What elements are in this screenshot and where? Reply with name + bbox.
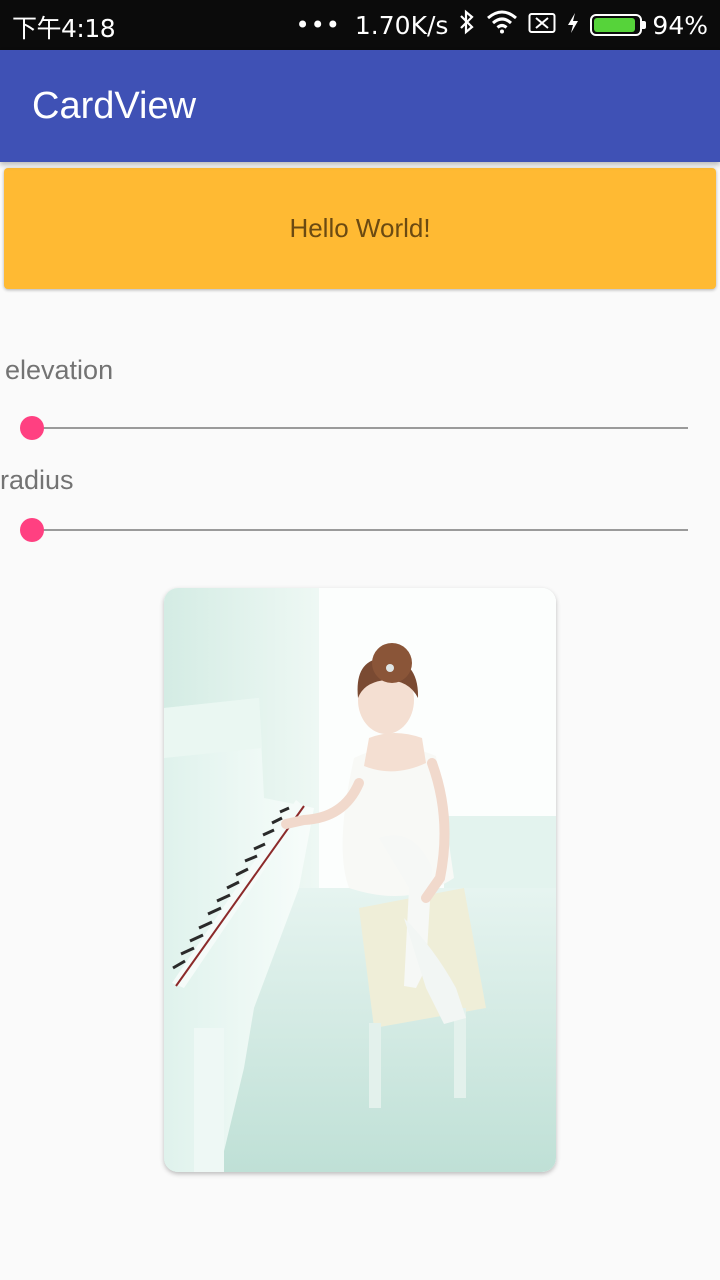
app-bar: CardView [0, 50, 720, 162]
charging-icon [566, 11, 580, 40]
battery-percent: 94% [652, 10, 708, 40]
radius-slider[interactable] [20, 518, 688, 542]
bluetooth-icon [458, 9, 476, 41]
elevation-slider[interactable] [20, 416, 688, 440]
piano-girl-photo [164, 588, 556, 1172]
battery-fill [594, 18, 636, 32]
app-title: CardView [32, 85, 197, 127]
hello-card: Hello World! [4, 168, 716, 289]
status-bar: 下午4:18 ••• 1.70K/s 94% [0, 0, 720, 50]
radius-slider-track[interactable] [32, 529, 688, 531]
elevation-slider-track[interactable] [32, 427, 688, 429]
status-icons: ••• 1.70K/s 94% [295, 0, 708, 50]
elevation-label: elevation [5, 355, 114, 385]
radius-label: radius [0, 465, 74, 495]
radius-slider-thumb[interactable] [20, 518, 44, 542]
elevation-slider-thumb[interactable] [20, 416, 44, 440]
hello-text: Hello World! [289, 213, 431, 243]
net-speed: 1.70K/s [354, 10, 449, 40]
photo-card [164, 588, 556, 1172]
sim-off-icon [528, 11, 556, 40]
battery-icon [590, 14, 647, 36]
status-time: 下午4:18 [12, 14, 116, 43]
wifi-icon [486, 10, 518, 40]
more-notifications-icon: ••• [295, 11, 341, 39]
